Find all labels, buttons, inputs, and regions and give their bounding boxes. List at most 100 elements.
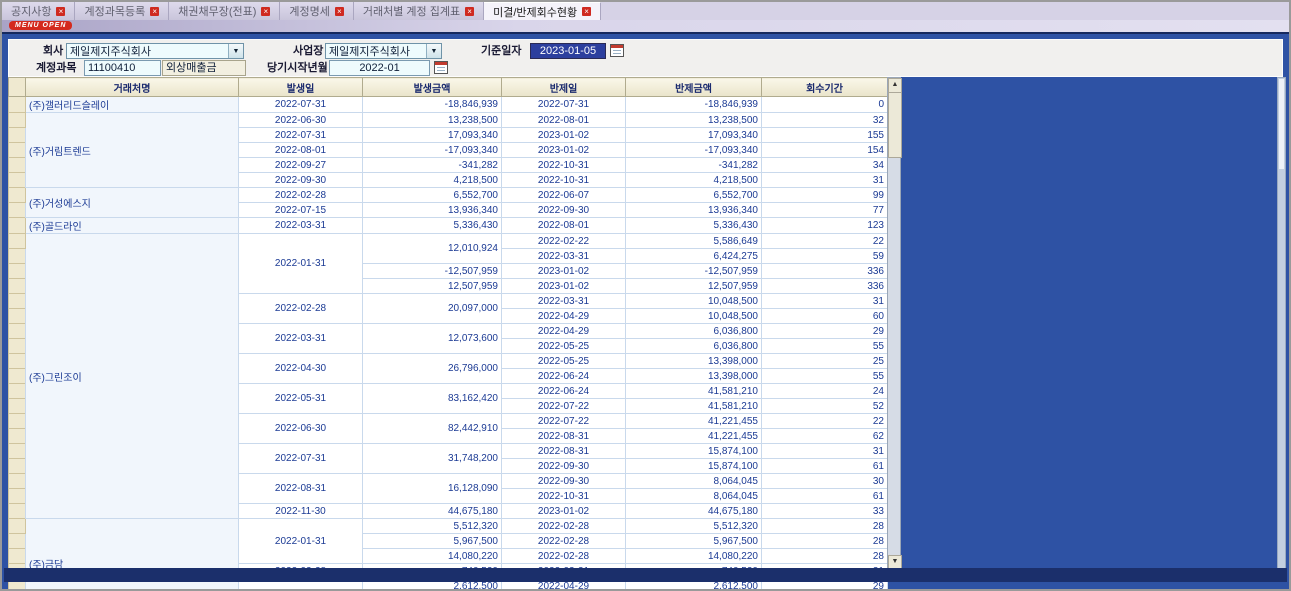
settle-amount-cell[interactable]: 4,218,500 [626,173,762,188]
col-header-settle-amount[interactable]: 반제금액 [626,78,762,97]
settle-amount-cell[interactable]: 8,064,045 [626,474,762,489]
row-selector[interactable] [9,234,26,249]
settle-date-cell[interactable]: 2022-04-29 [502,324,626,339]
period-cell[interactable]: 155 [762,128,888,143]
occur-amount-cell[interactable]: -341,282 [363,158,502,173]
period-cell[interactable]: 29 [762,324,888,339]
workplace-select[interactable]: 제일제지주식회사 ▼ [325,43,442,59]
table-row[interactable]: (주)골드라인2022-03-315,336,4302022-08-015,33… [9,218,888,234]
grid-vertical-scrollbar[interactable]: ▲ ▼ [887,77,901,571]
settle-date-cell[interactable]: 2022-09-30 [502,203,626,218]
period-cell[interactable]: 77 [762,203,888,218]
settle-amount-cell[interactable]: -17,093,340 [626,143,762,158]
period-cell[interactable]: 22 [762,414,888,429]
row-selector[interactable] [9,489,26,504]
row-selector[interactable] [9,414,26,429]
scroll-thumb[interactable] [888,92,902,158]
occur-date-cell[interactable]: 2022-01-31 [239,519,363,564]
close-icon[interactable]: × [261,7,270,16]
table-row[interactable]: (주)거성에스지2022-02-286,552,7002022-06-076,5… [9,188,888,203]
occur-amount-cell[interactable]: 17,093,340 [363,128,502,143]
settle-amount-cell[interactable]: 5,336,430 [626,218,762,234]
period-cell[interactable]: 52 [762,399,888,414]
chevron-down-icon[interactable]: ▼ [228,44,243,58]
occur-amount-cell[interactable]: -17,093,340 [363,143,502,158]
settle-amount-cell[interactable]: 13,936,340 [626,203,762,218]
settle-date-cell[interactable]: 2022-05-25 [502,354,626,369]
occur-amount-cell[interactable]: 12,507,959 [363,279,502,294]
settle-amount-cell[interactable]: 15,874,100 [626,444,762,459]
row-selector[interactable] [9,173,26,188]
row-selector[interactable] [9,279,26,294]
tab-5[interactable]: 미결/반제회수현황× [484,2,601,20]
period-cell[interactable]: 32 [762,113,888,128]
close-icon[interactable]: × [582,7,591,16]
occur-amount-cell[interactable]: 5,512,320 [363,519,502,534]
period-cell[interactable]: 33 [762,504,888,519]
close-icon[interactable]: × [335,7,344,16]
row-selector[interactable] [9,339,26,354]
period-cell[interactable]: 55 [762,339,888,354]
period-cell[interactable]: 123 [762,218,888,234]
occur-amount-cell[interactable]: 12,073,600 [363,324,502,354]
customer-cell[interactable]: (주)갤러리드슬레이 [26,97,239,113]
tab-2[interactable]: 채권채무장(전표)× [169,2,280,20]
occur-amount-cell[interactable]: 12,010,924 [363,234,502,264]
settle-date-cell[interactable]: 2022-05-25 [502,339,626,354]
close-icon[interactable]: × [465,7,474,16]
row-selector[interactable] [9,294,26,309]
settle-date-cell[interactable]: 2022-07-22 [502,414,626,429]
settle-date-cell[interactable]: 2022-02-28 [502,549,626,564]
calendar-icon[interactable] [610,44,624,57]
settle-amount-cell[interactable]: 13,238,500 [626,113,762,128]
period-cell[interactable]: 31 [762,444,888,459]
settle-amount-cell[interactable]: 14,080,220 [626,549,762,564]
occur-date-cell[interactable]: 2022-07-15 [239,203,363,218]
settle-amount-cell[interactable]: 41,221,455 [626,414,762,429]
settle-date-cell[interactable]: 2022-03-31 [502,249,626,264]
close-icon[interactable]: × [150,7,159,16]
settle-date-cell[interactable]: 2022-08-01 [502,113,626,128]
period-cell[interactable]: 59 [762,249,888,264]
row-selector[interactable] [9,534,26,549]
close-icon[interactable]: × [56,7,65,16]
settle-date-cell[interactable]: 2023-01-02 [502,279,626,294]
occur-amount-cell[interactable]: 83,162,420 [363,384,502,414]
settle-amount-cell[interactable]: 5,967,500 [626,534,762,549]
settle-amount-cell[interactable]: 8,064,045 [626,489,762,504]
tab-4[interactable]: 거래처별 계정 집계표× [354,2,484,20]
settle-date-cell[interactable]: 2022-10-31 [502,158,626,173]
settle-date-cell[interactable]: 2022-07-31 [502,97,626,113]
occur-date-cell[interactable]: 2022-01-31 [239,234,363,294]
account-code-input[interactable]: 11100410 [84,60,161,76]
customer-cell[interactable]: (주)골드라인 [26,218,239,234]
period-cell[interactable]: 0 [762,97,888,113]
occur-amount-cell[interactable]: 4,218,500 [363,173,502,188]
table-row[interactable]: (주)거림트렌드2022-06-3013,238,5002022-08-0113… [9,113,888,128]
period-cell[interactable]: 99 [762,188,888,203]
settle-amount-cell[interactable]: 13,398,000 [626,354,762,369]
settle-amount-cell[interactable]: -12,507,959 [626,264,762,279]
period-cell[interactable]: 24 [762,384,888,399]
occur-date-cell[interactable]: 2022-04-30 [239,354,363,384]
col-header-customer[interactable]: 거래처명 [26,78,239,97]
settle-date-cell[interactable]: 2022-09-30 [502,459,626,474]
row-selector[interactable] [9,459,26,474]
chevron-down-icon[interactable]: ▼ [426,44,441,58]
row-selector[interactable] [9,218,26,234]
row-selector[interactable] [9,369,26,384]
settle-date-cell[interactable]: 2022-02-28 [502,534,626,549]
settle-amount-cell[interactable]: 6,036,800 [626,339,762,354]
settle-amount-cell[interactable]: 13,398,000 [626,369,762,384]
occur-date-cell[interactable]: 2022-06-30 [239,414,363,444]
col-header-occur-amount[interactable]: 발생금액 [363,78,502,97]
occur-date-cell[interactable]: 2022-08-01 [239,143,363,158]
row-selector[interactable] [9,113,26,128]
tab-3[interactable]: 계정명세× [280,2,353,20]
settle-date-cell[interactable]: 2022-10-31 [502,489,626,504]
row-selector[interactable] [9,354,26,369]
occur-date-cell[interactable]: 2022-02-28 [239,188,363,203]
period-cell[interactable]: 28 [762,534,888,549]
settle-date-cell[interactable]: 2022-10-31 [502,173,626,188]
occur-amount-cell[interactable]: 16,128,090 [363,474,502,504]
